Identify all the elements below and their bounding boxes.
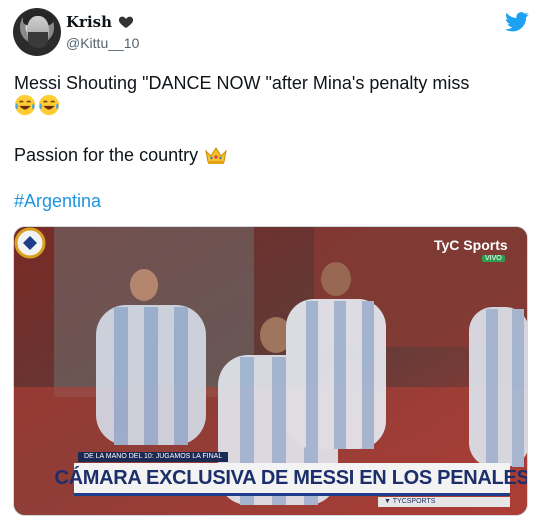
- tweet-card: Krish @Kittu__10 Messi Shouting "DANCE N…: [0, 0, 537, 525]
- hashtag-link[interactable]: #Argentina: [14, 191, 101, 212]
- emoji-row: [14, 94, 60, 116]
- broadcaster-logo: TyC Sports: [434, 237, 508, 253]
- twitter-bird-icon[interactable]: [505, 12, 529, 32]
- crown-icon: [205, 147, 227, 164]
- video-media[interactable]: TyC Sports VIVO DE LA MANO DEL 10: JUGAM…: [13, 226, 528, 516]
- avatar[interactable]: [13, 8, 61, 56]
- black-heart-icon: [118, 16, 134, 28]
- face-with-tears-of-joy-icon: [14, 94, 36, 116]
- program-strip: DE LA MANO DEL 10: JUGAMOS LA FINAL: [78, 452, 229, 462]
- live-badge: VIVO: [482, 255, 505, 262]
- ticker-bar: ▼ TYCSPORTS: [378, 497, 510, 507]
- display-name[interactable]: Krish: [66, 13, 112, 31]
- headline-text: CÁMARA EXCLUSIVA DE MESSI EN LOS PENALES: [54, 466, 528, 489]
- tournament-logo: [14, 227, 46, 259]
- headline-banner: CÁMARA EXCLUSIVA DE MESSI EN LOS PENALES: [54, 463, 527, 496]
- tweet-text-line2-label: Passion for the country: [14, 145, 199, 165]
- tweet-text-line2: Passion for the country: [14, 144, 228, 166]
- author-name-row: Krish: [66, 13, 134, 31]
- tweet-text-line1: Messi Shouting "DANCE NOW "after Mina's …: [14, 73, 470, 93]
- face-with-tears-of-joy-icon: [38, 94, 60, 116]
- user-handle[interactable]: @Kittu__10: [66, 35, 139, 51]
